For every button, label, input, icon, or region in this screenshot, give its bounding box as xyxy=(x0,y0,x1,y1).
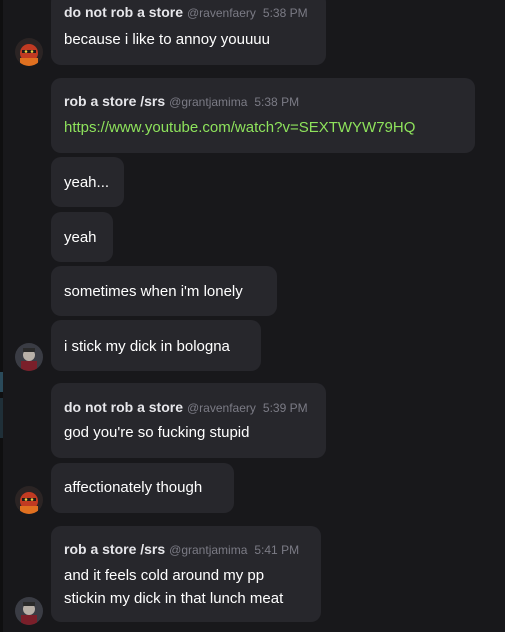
red-character-avatar-icon xyxy=(15,38,43,66)
gray-character-avatar-icon xyxy=(15,343,43,371)
message-bubble[interactable]: do not rob a store @ravenfaery 5:38 PM bec… xyxy=(51,0,326,65)
author-name[interactable]: do not rob a store xyxy=(64,399,183,415)
message-bubble[interactable]: do not rob a store @ravenfaery 5:39 PM god… xyxy=(51,383,326,458)
message-bubble[interactable]: sometimes when i'm lonely xyxy=(51,266,277,316)
message-bubble[interactable]: yeah xyxy=(51,212,113,262)
message-text: i stick my dick in bologna xyxy=(64,338,230,355)
window-left-edge xyxy=(0,0,3,632)
edge-indicator xyxy=(0,372,3,392)
message-text: and it feels cold around my pp xyxy=(64,567,265,584)
author-handle[interactable]: @grantjamima xyxy=(169,95,247,109)
red-character-avatar-icon xyxy=(15,486,43,514)
timestamp: 5:38 PM xyxy=(254,95,300,109)
timestamp: 5:38 PM xyxy=(262,6,308,20)
gray-character-avatar-icon xyxy=(15,597,43,625)
message-bubble[interactable]: rob a store /srs @grantjamima 5:38 PM http… xyxy=(51,78,475,153)
timestamp: 5:39 PM xyxy=(262,401,308,415)
message-bubble[interactable]: yeah... xyxy=(51,157,124,207)
message-text: sometimes when i'm lonely xyxy=(64,283,243,300)
user-avatar-grantjamima[interactable] xyxy=(15,343,43,371)
message-header: do not rob a store @ravenfaery 5:38 PM xyxy=(64,4,308,22)
author-name[interactable]: do not rob a store xyxy=(64,4,183,20)
message-bubble[interactable]: rob a store /srs @grantjamima 5:41 PM and … xyxy=(51,526,321,622)
message-text: stickin my dick in that lunch meat xyxy=(64,590,284,607)
author-handle[interactable]: @ravenfaery xyxy=(187,401,256,415)
author-name[interactable]: rob a store /srs xyxy=(64,541,165,557)
user-avatar-grantjamima[interactable] xyxy=(15,597,43,625)
message-header: rob a store /srs @grantjamima 5:41 PM xyxy=(64,541,299,559)
message-text: because i like to annoy youuuu xyxy=(64,31,270,48)
message-header: do not rob a store @ravenfaery 5:39 PM xyxy=(64,399,308,417)
user-avatar-ravenfaery[interactable] xyxy=(15,486,43,514)
message-bubble[interactable]: i stick my dick in bologna xyxy=(51,320,261,371)
timestamp: 5:41 PM xyxy=(254,543,300,557)
message-text: god you're so fucking stupid xyxy=(64,424,250,441)
author-handle[interactable]: @ravenfaery xyxy=(187,6,256,20)
author-handle[interactable]: @grantjamima xyxy=(169,543,247,557)
message-text: affectionately though xyxy=(64,479,203,496)
user-avatar-ravenfaery[interactable] xyxy=(15,38,43,66)
message-text: yeah xyxy=(64,229,97,246)
edge-indicator xyxy=(0,398,3,438)
message-bubble[interactable]: affectionately though xyxy=(51,463,234,513)
message-link[interactable]: https://www.youtube.com/watch?v=SEXTWYW7… xyxy=(64,119,415,136)
message-header: rob a store /srs @grantjamima 5:38 PM xyxy=(64,93,299,111)
message-text: yeah... xyxy=(64,174,110,191)
author-name[interactable]: rob a store /srs xyxy=(64,93,165,109)
